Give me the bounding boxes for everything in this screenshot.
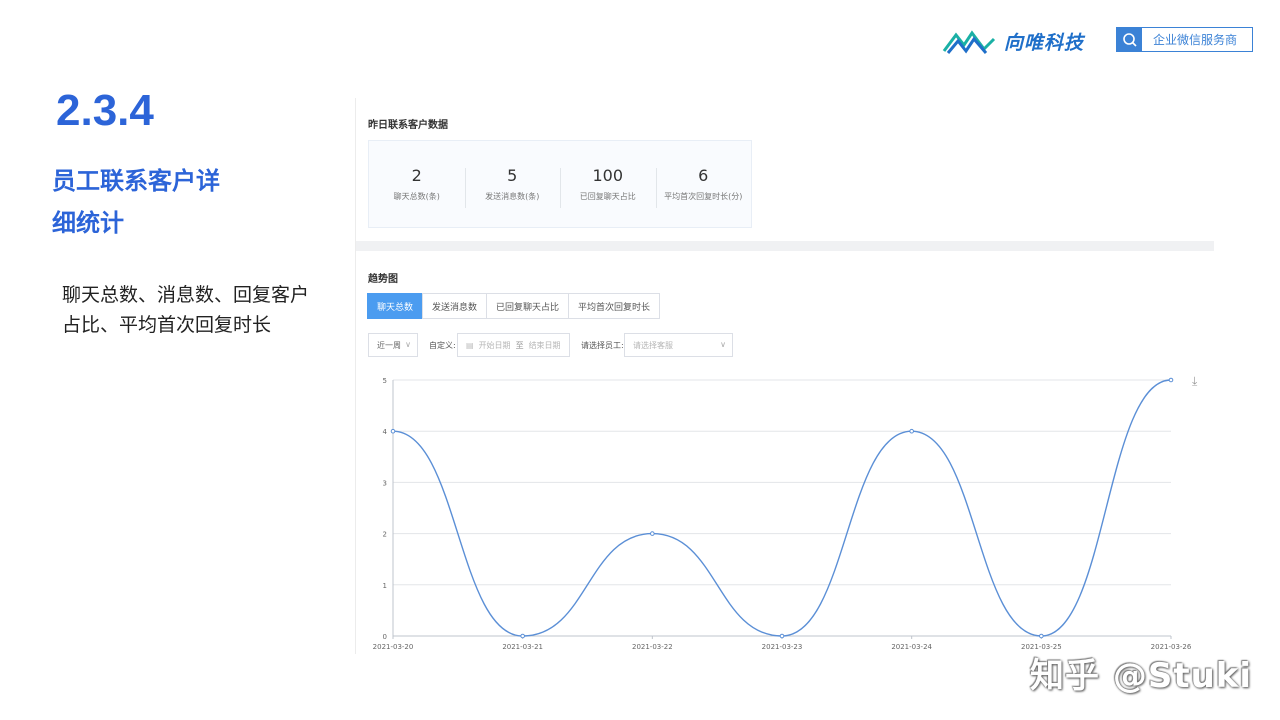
- stat-label: 平均首次回复时长(分): [664, 192, 743, 201]
- trend-line-chart: 0 1 2 3 4 5 2021-03-20 2021-03-21 2021-03-22 2021…: [373, 377, 1192, 651]
- yesterday-stats-card: 2 聊天总数(条) 5 发送消息数(条) 100 已回复聊天占比 6 平均首次回…: [368, 140, 752, 228]
- employee-select-placeholder: 请选择客服: [633, 340, 673, 350]
- range-select-value: 近一周: [377, 340, 401, 350]
- tab-reply-ratio[interactable]: 已回复聊天占比: [486, 293, 570, 319]
- data-point: [1168, 377, 1174, 383]
- y-tick-label: 5: [383, 377, 387, 385]
- stat-messages-sent: 5 发送消息数(条): [464, 166, 561, 208]
- stat-value: 100: [592, 166, 624, 185]
- stat-label: 聊天总数(条): [393, 192, 440, 201]
- x-tick-label: 2021-03-22: [632, 643, 673, 651]
- chevron-down-icon: ∨: [405, 340, 411, 349]
- y-tick-label: 4: [383, 428, 388, 436]
- metric-tabs: 聊天总数 发送消息数 已回复聊天占比 平均首次回复时长: [367, 293, 661, 319]
- data-point: [779, 633, 785, 639]
- tab-messages-sent[interactable]: 发送消息数: [422, 293, 488, 319]
- brand-logo: 向唯科技: [942, 26, 1084, 56]
- stat-chat-total: 2 聊天总数(条): [369, 166, 465, 202]
- mountain-logo-icon: [942, 30, 996, 54]
- trend-chart-title: 趋势图: [368, 274, 398, 285]
- tab-first-reply-time[interactable]: 平均首次回复时长: [568, 293, 661, 319]
- stat-value: 2: [411, 166, 422, 185]
- chat-search-icon: [1117, 28, 1142, 51]
- x-tick-label: 2021-03-20: [373, 643, 414, 651]
- x-tick-label: 2021-03-23: [762, 643, 803, 651]
- service-provider-badge: 企业微信服务商: [1116, 27, 1253, 52]
- start-date-input[interactable]: 开始日期: [479, 340, 511, 351]
- stat-reply-ratio: 100 已回复聊天占比: [560, 166, 656, 208]
- watermark: 知乎 @Stuki: [1030, 656, 1253, 696]
- y-tick-label: 3: [383, 479, 387, 487]
- statistics-panel: 昨日联系客户数据 2 聊天总数(条) 5 发送消息数(条) 100 已回复聊天占…: [355, 98, 1214, 654]
- filter-bar: 近一周 ∨ 自定义: ▤ 开始日期 至 结束日期 请选择员工: 请选择客服 ∨: [368, 333, 968, 357]
- series-line: [392, 379, 1172, 637]
- chevron-down-icon: ∨: [720, 340, 726, 349]
- employee-label: 请选择员工:: [581, 341, 624, 350]
- description-line1: 聊天总数、消息数、回复客户: [62, 284, 310, 306]
- custom-range-label: 自定义:: [429, 341, 456, 350]
- section-number: 2.3.4: [56, 86, 154, 135]
- section-divider: [356, 241, 1214, 251]
- stat-label: 发送消息数(条): [485, 192, 540, 201]
- data-point: [909, 428, 914, 434]
- y-tick-label: 1: [383, 582, 387, 590]
- data-point: [520, 633, 525, 639]
- stat-first-reply-time: 6 平均首次回复时长(分): [655, 166, 752, 208]
- stat-label: 已回复聊天占比: [579, 192, 636, 201]
- data-point: [390, 428, 396, 434]
- data-point: [1039, 633, 1044, 639]
- stat-value: 5: [507, 166, 518, 185]
- x-tick-label: 2021-03-24: [891, 643, 932, 651]
- brand-name: 向唯科技: [1004, 31, 1085, 54]
- x-tick-label: 2021-03-21: [502, 643, 543, 651]
- range-select[interactable]: 近一周 ∨: [368, 333, 418, 357]
- section-title: 员工联系客户详 细统计: [52, 160, 292, 244]
- badge-text: 企业微信服务商: [1153, 33, 1238, 47]
- yesterday-data-title: 昨日联系客户数据: [368, 120, 448, 131]
- calendar-icon: ▤: [466, 340, 474, 350]
- y-tick-label: 2: [383, 531, 387, 539]
- section-title-line2: 细统计: [52, 209, 124, 237]
- date-range-picker[interactable]: ▤ 开始日期 至 结束日期: [457, 333, 570, 357]
- data-point: [650, 531, 655, 536]
- tab-chat-total[interactable]: 聊天总数: [367, 293, 424, 319]
- range-separator-icon: 至: [515, 340, 524, 350]
- y-tick-label: 0: [383, 633, 387, 641]
- description-line2: 占比、平均首次回复时长: [62, 314, 272, 336]
- section-description: 聊天总数、消息数、回复客户 占比、平均首次回复时长: [62, 280, 362, 340]
- section-title-line1: 员工联系客户详: [52, 167, 220, 195]
- employee-select[interactable]: 请选择客服 ∨: [624, 333, 733, 357]
- end-date-input[interactable]: 结束日期: [529, 340, 561, 351]
- stat-value: 6: [698, 166, 709, 185]
